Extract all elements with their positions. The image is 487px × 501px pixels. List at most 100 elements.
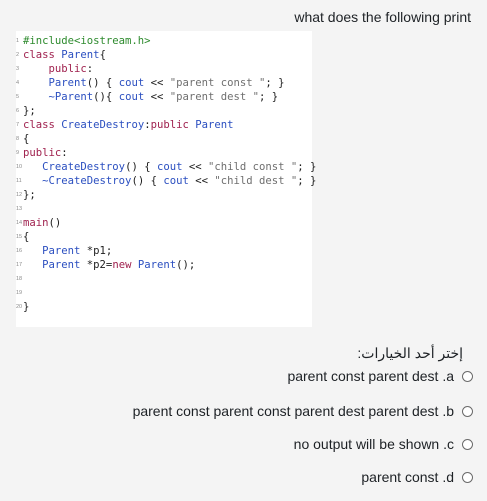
code-token: (); bbox=[176, 259, 196, 271]
line-number: 14 bbox=[16, 220, 23, 226]
line-number: 2 bbox=[16, 52, 20, 58]
line-number: 12 bbox=[16, 192, 23, 198]
code-line: 3 public: bbox=[16, 62, 93, 76]
code-line: 12}; bbox=[16, 188, 36, 202]
code-line: 5 ~Parent(){ cout << "parent dest "; } bbox=[16, 90, 278, 104]
code-token: }; bbox=[23, 105, 36, 117]
code-token: #include<iostream.h> bbox=[23, 35, 151, 47]
code-token: () { bbox=[125, 161, 157, 173]
code-token: ; } bbox=[297, 161, 317, 173]
choose-option-prompt: إختر أحد الخيارات: bbox=[357, 345, 463, 361]
code-token: public bbox=[48, 63, 87, 75]
code-token: << bbox=[182, 161, 208, 173]
option-c-radio[interactable] bbox=[462, 438, 473, 450]
code-line: 13 bbox=[16, 202, 23, 216]
code-token: Parent bbox=[42, 259, 81, 271]
line-number: 7 bbox=[16, 122, 20, 128]
code-line: 11 ~CreateDestroy() { cout << "child des… bbox=[16, 174, 316, 188]
code-token: Parent bbox=[42, 245, 81, 257]
line-number: 4 bbox=[16, 80, 20, 86]
code-line: 7 class CreateDestroy:public Parent bbox=[16, 118, 234, 132]
code-token: Parent bbox=[48, 77, 87, 89]
code-token: ; } bbox=[259, 91, 279, 103]
code-token: cout bbox=[118, 91, 145, 103]
line-number: 10 bbox=[16, 164, 23, 170]
line-number: 11 bbox=[16, 178, 22, 184]
code-line: 8{ bbox=[16, 132, 29, 146]
code-token: class bbox=[23, 119, 62, 131]
option-c[interactable]: no output will be shown .c bbox=[294, 435, 473, 453]
code-line: 14main() bbox=[16, 216, 61, 230]
code-token: << bbox=[188, 175, 215, 187]
code-token: () bbox=[48, 217, 62, 229]
code-token: public bbox=[150, 119, 196, 131]
code-token: } bbox=[23, 301, 30, 313]
code-token: : bbox=[86, 63, 94, 75]
code-line: 6}; bbox=[16, 104, 36, 118]
code-token: *p2= bbox=[80, 259, 113, 271]
line-number: 5 bbox=[16, 94, 20, 100]
line-number: 19 bbox=[16, 290, 23, 296]
code-token: ~Parent bbox=[48, 91, 94, 103]
option-a-label: parent const parent dest .a bbox=[287, 368, 454, 384]
code-token: Parent bbox=[195, 119, 234, 131]
code-token: ; } bbox=[265, 77, 285, 89]
code-token: (){ bbox=[93, 91, 119, 103]
code-token: CreateDestroy bbox=[42, 161, 126, 173]
line-number: 6 bbox=[16, 108, 20, 114]
code-line: 17 Parent *p2=new Parent(); bbox=[16, 258, 195, 272]
code-token: << bbox=[144, 77, 170, 89]
option-b-radio[interactable] bbox=[462, 405, 473, 417]
option-b-label: parent const parent const parent dest pa… bbox=[132, 403, 454, 419]
code-snippet: 1 #include<iostream.h> 2 class Parent{3 pub… bbox=[16, 31, 316, 327]
code-token: CreateDestroy bbox=[61, 119, 145, 131]
code-line: 1 #include<iostream.h> bbox=[16, 34, 151, 48]
code-token: main bbox=[23, 217, 49, 229]
line-number: 18 bbox=[16, 276, 23, 282]
code-token: : bbox=[61, 147, 68, 159]
code-token: << bbox=[144, 91, 170, 103]
line-number: 13 bbox=[16, 206, 23, 212]
code-token: ~CreateDestroy bbox=[42, 175, 132, 187]
code-token: class bbox=[23, 49, 62, 61]
code-token: }; bbox=[23, 189, 36, 201]
code-token: "parent dest " bbox=[169, 91, 260, 103]
code-token: cout bbox=[156, 161, 183, 173]
code-line: 10 CreateDestroy() { cout << "child cons… bbox=[16, 160, 316, 174]
line-number: 3 bbox=[16, 66, 20, 72]
code-line: 20} bbox=[16, 300, 29, 314]
option-c-label: no output will be shown .c bbox=[293, 436, 454, 452]
code-line: 15{ bbox=[16, 230, 29, 244]
code-line: 9 public: bbox=[16, 146, 68, 160]
line-number: 8 bbox=[16, 136, 20, 142]
option-a-radio[interactable] bbox=[462, 370, 473, 382]
code-token: new bbox=[112, 259, 138, 271]
code-token: cout bbox=[118, 77, 145, 89]
line-number: 9 bbox=[16, 150, 20, 156]
option-d-radio[interactable] bbox=[462, 471, 473, 483]
code-token: "child const " bbox=[207, 161, 298, 173]
code-token: () { bbox=[131, 175, 164, 187]
code-token: { bbox=[23, 133, 30, 145]
code-token: () { bbox=[86, 77, 119, 89]
option-a[interactable]: parent const parent dest .a bbox=[287, 367, 473, 385]
code-line: 4 Parent() { cout << "parent const "; } bbox=[16, 76, 285, 90]
line-number: 17 bbox=[16, 262, 23, 268]
code-token: { bbox=[23, 231, 30, 243]
code-token: cout bbox=[163, 175, 189, 187]
code-line: 16 Parent *p1; bbox=[16, 244, 112, 258]
code-token: { bbox=[99, 49, 106, 61]
question-panel: what does the following print 1 #include<… bbox=[0, 0, 487, 501]
option-d[interactable]: parent const .d bbox=[361, 468, 473, 486]
code-line: 2 class Parent{ bbox=[16, 48, 106, 62]
option-d-label: parent const .d bbox=[361, 469, 454, 485]
option-b[interactable]: parent const parent const parent dest pa… bbox=[133, 402, 473, 420]
code-token: Parent bbox=[137, 259, 177, 271]
line-number: 15 bbox=[16, 234, 23, 240]
question-title: what does the following print bbox=[294, 9, 471, 25]
